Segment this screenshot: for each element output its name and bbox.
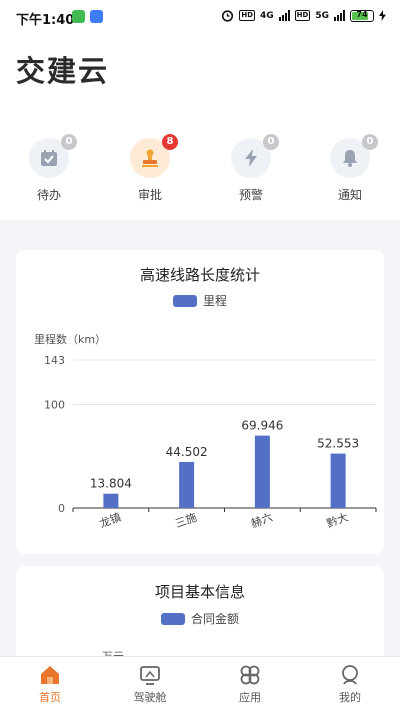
bar [254,435,270,508]
tab-home[interactable]: 首页 [20,663,80,705]
tab-cockpit[interactable]: 驾驶舱 [120,663,180,705]
data-label: 69.946 [241,419,283,433]
bar [179,461,195,508]
page-title: 交建云 [16,54,110,88]
charging-icon [379,10,386,21]
info-card-legend[interactable]: 合同金额 [16,610,384,627]
x-tick-label: 三施 [174,511,199,531]
badge-count: 0 [61,134,77,150]
legend-swatch [160,612,185,625]
tab-label: 首页 [39,691,61,704]
data-label: 13.804 [90,477,132,491]
network-type-2: 5G [315,10,329,21]
status-icons: HD 4G HD 5G 74 [221,9,386,22]
badge-count: 8 [162,134,178,150]
quick-action-approve[interactable]: 8 审批 [118,134,182,203]
bell-icon [343,150,357,167]
check-calendar-icon [41,150,57,166]
info-card-title: 项目基本信息 [154,583,245,601]
app-notification-icon [90,10,103,23]
tab-apps[interactable]: 应用 [220,663,280,705]
data-label: 44.502 [166,445,208,459]
quick-action-label: 待办 [36,188,61,202]
quick-action-label: 预警 [238,188,263,202]
bar [330,453,346,508]
quick-action-todo[interactable]: 0 待办 [17,134,81,203]
stamp-icon [142,149,158,167]
legend-label: 合同金额 [190,612,239,626]
monitor-icon [140,666,160,685]
status-bar: 下午1:40 HD 4G HD 5G 74 [0,0,400,34]
y-tick-label: 100 [44,399,65,412]
signal-icon [334,10,345,21]
tab-mine[interactable]: 我的 [320,663,380,705]
badge-count: 0 [362,134,378,150]
data-label: 52.553 [317,437,359,451]
status-time: 下午1:40 [16,13,75,28]
alarm-icon [222,10,234,22]
x-tick-label: 黔大 [325,510,350,531]
quick-action-label: 审批 [137,188,162,202]
apps-icon [240,665,260,685]
bar [103,493,119,508]
tab-label: 驾驶舱 [133,691,167,704]
signal-icon [278,10,290,21]
user-icon [342,665,358,685]
home-icon [41,666,59,684]
header-area: 下午1:40 HD 4G HD 5G 74 交建云 0 待办 8 审批 0 预警… [0,0,400,220]
info-card-project: 项目基本信息 合同金额 万元 [16,566,384,666]
lightning-icon [245,149,257,167]
x-tick-label: 赫六 [249,511,274,531]
y-tick-label: 0 [58,502,65,515]
tab-label: 应用 [239,691,261,704]
hd-icon: HD [239,10,256,21]
battery-icon: 74 [350,9,374,22]
bottom-tab-bar: 首页 驾驶舱 应用 我的 [0,656,400,711]
chart-card-highway-length: 高速线路长度统计 里程 里程数（km） 0 100 143 13.804 龙镇 44.50… [16,250,384,554]
quick-action-warning[interactable]: 0 预警 [219,134,283,203]
badge-count: 0 [263,134,279,150]
network-type-1: 4G [260,10,274,21]
y-tick-label: 143 [44,354,65,367]
x-tick-label: 龙镇 [97,510,122,531]
bar-chart: 0 100 143 13.804 龙镇 44.502 三施 69.946 赫六 52.553 黔大 [44,354,377,531]
quick-action-notice[interactable]: 0 通知 [318,134,382,203]
quick-action-label: 通知 [337,188,362,202]
hd-icon: HD [294,10,311,21]
app-notification-icon [72,10,85,23]
quick-actions: 0 待办 8 审批 0 预警 0 通知 [0,134,400,208]
tab-label: 我的 [339,691,361,704]
